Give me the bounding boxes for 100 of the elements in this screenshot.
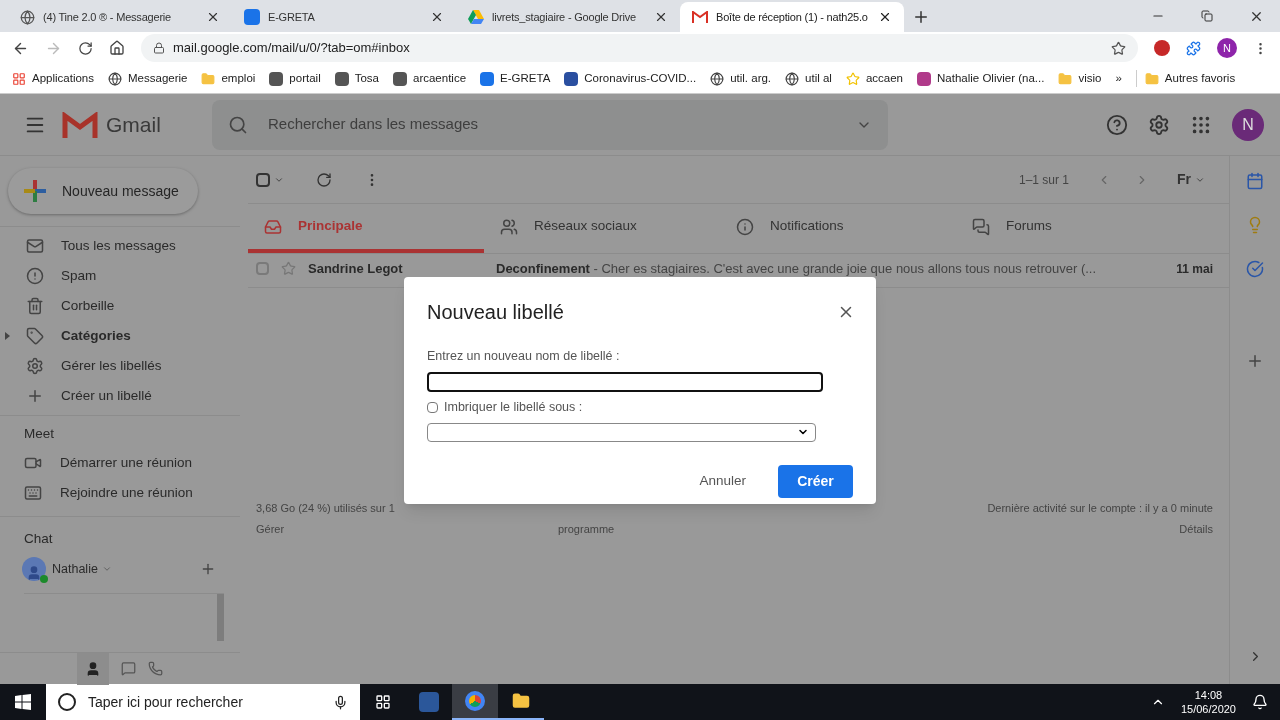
add-icon[interactable] xyxy=(200,561,216,577)
nav-item[interactable]: Catégories xyxy=(0,321,240,351)
cancel-button[interactable]: Annuler xyxy=(691,465,754,497)
parent-label-dropdown[interactable] xyxy=(427,422,816,442)
bookmark[interactable]: util al xyxy=(785,69,832,88)
chat-bubble-icon[interactable] xyxy=(121,661,136,676)
sender: Sandrine Legot xyxy=(308,259,404,278)
browser-tab[interactable]: Boîte de réception (1) - nath25.o xyxy=(680,2,904,32)
settings-icon[interactable] xyxy=(1148,113,1170,136)
bookmark[interactable]: Applications xyxy=(12,69,94,88)
category-tab[interactable]: Réseaux sociaux xyxy=(484,204,720,253)
gmail-logo-icon xyxy=(62,111,98,138)
close-icon[interactable] xyxy=(878,10,892,24)
keyboard-icon xyxy=(24,484,42,502)
nav-label: Tous les messages xyxy=(61,236,176,255)
notifications-icon[interactable] xyxy=(1252,694,1268,710)
chrome-app-icon[interactable] xyxy=(452,684,498,720)
bookmark-star-icon[interactable] xyxy=(1111,40,1126,56)
bookmark[interactable]: Autres favoris xyxy=(1135,69,1236,88)
phone-icon[interactable] xyxy=(148,661,163,676)
bookmark[interactable]: Messagerie xyxy=(108,69,188,88)
expand-arrow-icon[interactable] xyxy=(4,332,10,340)
category-tab[interactable]: Forums xyxy=(956,204,1192,253)
browser-tab[interactable]: E-GRETA xyxy=(232,2,456,32)
meet-label: Démarrer une réunion xyxy=(60,453,193,472)
trash-icon xyxy=(26,297,44,315)
compose-button[interactable]: Nouveau message xyxy=(8,168,198,214)
microphone-icon[interactable] xyxy=(333,694,348,710)
select-all-checkbox[interactable] xyxy=(256,172,270,187)
taskbar-search-field[interactable]: Taper ici pour rechercher xyxy=(46,684,360,720)
bookmark[interactable]: Tosa xyxy=(334,69,379,88)
browser-tab[interactable]: (4) Tine 2.0 ® - Messagerie xyxy=(8,2,232,32)
bookmark-label: Nathalie Olivier (na... xyxy=(937,70,1045,86)
nav-label: Créer un libellé xyxy=(61,386,152,405)
browser-tab[interactable]: livrets_stagiaire - Google Drive xyxy=(456,2,680,32)
folder-icon xyxy=(201,71,216,86)
close-icon[interactable] xyxy=(654,10,668,24)
label-name-field[interactable] xyxy=(427,371,823,392)
triangle-logo-icon xyxy=(468,10,484,24)
nav-item[interactable]: Spam xyxy=(0,261,240,291)
bookmark[interactable]: Nathalie Olivier (na... xyxy=(917,69,1045,88)
bookmark-label: portail xyxy=(289,70,321,86)
nav-item[interactable]: Créer un libellé xyxy=(0,381,240,411)
field-label: Entrez un nouveau nom de libellé : xyxy=(427,348,621,365)
site-icon xyxy=(334,71,349,86)
category-tab[interactable]: Notifications xyxy=(720,204,956,253)
chat-user[interactable]: Nathalie xyxy=(52,559,98,579)
meet-item[interactable]: Rejoindre une réunion xyxy=(0,478,240,508)
bookmark[interactable]: util. arg. xyxy=(710,69,772,88)
bookmark[interactable]: portail xyxy=(269,69,321,88)
nav-item[interactable]: Tous les messages xyxy=(0,231,240,261)
envelope-logo-icon xyxy=(692,11,708,23)
windows-logo-icon[interactable] xyxy=(15,694,31,710)
nav-item[interactable]: Corbeille xyxy=(0,291,240,321)
storage-usage: 3,68 Go (24 %) utilisés sur 1 xyxy=(256,501,395,516)
bookmarks-overflow[interactable]: » xyxy=(1115,69,1122,88)
url-text: mail.google.com/mail/u/0/?tab=om#inbox xyxy=(173,39,410,58)
bookmark-label: Autres favoris xyxy=(1164,70,1236,86)
alert-icon xyxy=(26,267,44,285)
clock[interactable]: 14:08 15/06/2020 xyxy=(1180,688,1236,716)
star-icon[interactable] xyxy=(281,261,296,276)
search-placeholder: Rechercher dans les messages xyxy=(268,114,480,135)
input-tool[interactable]: Fr xyxy=(1177,169,1191,190)
dialog-title: Nouveau libellé xyxy=(427,300,564,325)
details-link[interactable]: Détails xyxy=(1179,520,1213,537)
bookmark[interactable]: Coronavirus-COVID... xyxy=(564,69,697,88)
extension-icon[interactable] xyxy=(1154,40,1170,56)
bookmark[interactable]: E-GRETA xyxy=(480,69,551,88)
bookmark-label: arcaentice xyxy=(413,70,467,86)
help-icon[interactable] xyxy=(1106,113,1128,136)
reload-icon[interactable] xyxy=(78,40,93,56)
nest-checkbox[interactable] xyxy=(427,401,438,413)
nav-item[interactable]: Gérer les libellés xyxy=(0,351,240,381)
check-icon[interactable] xyxy=(1246,260,1264,278)
address-field[interactable]: mail.google.com/mail/u/0/?tab=om#inbox xyxy=(141,34,1138,62)
bookmark[interactable]: visio xyxy=(1058,69,1102,88)
bookmark[interactable]: arcaentice xyxy=(393,69,467,88)
bookmark[interactable]: accaen xyxy=(845,69,904,88)
refresh-icon[interactable] xyxy=(316,171,332,188)
meet-item[interactable]: Démarrer une réunion xyxy=(0,448,240,478)
person-icon[interactable] xyxy=(85,660,101,677)
people-icon xyxy=(500,217,518,236)
checkbox[interactable] xyxy=(256,262,269,275)
create-button[interactable]: Créer xyxy=(778,464,853,498)
tab-label: Réseaux sociaux xyxy=(534,217,637,236)
program-policies-link[interactable]: programme xyxy=(557,520,615,537)
add-icon[interactable] xyxy=(1246,352,1264,370)
extension-icon[interactable] xyxy=(1186,40,1201,56)
nav-label: Corbeille xyxy=(61,296,115,315)
clock-date: 15/06/2020 xyxy=(1180,702,1236,716)
close-icon[interactable] xyxy=(430,10,444,24)
calendar-icon[interactable] xyxy=(1246,172,1264,190)
manage-link[interactable]: Gérer xyxy=(256,520,395,537)
close-icon[interactable] xyxy=(206,10,220,24)
restore-icon[interactable] xyxy=(1201,10,1213,22)
bookmark[interactable]: emploi xyxy=(201,69,256,88)
account-avatar[interactable]: N xyxy=(1232,108,1264,141)
profile-avatar[interactable]: N xyxy=(1217,38,1237,58)
home-icon[interactable] xyxy=(109,40,125,56)
new-tab-icon[interactable] xyxy=(912,8,930,26)
